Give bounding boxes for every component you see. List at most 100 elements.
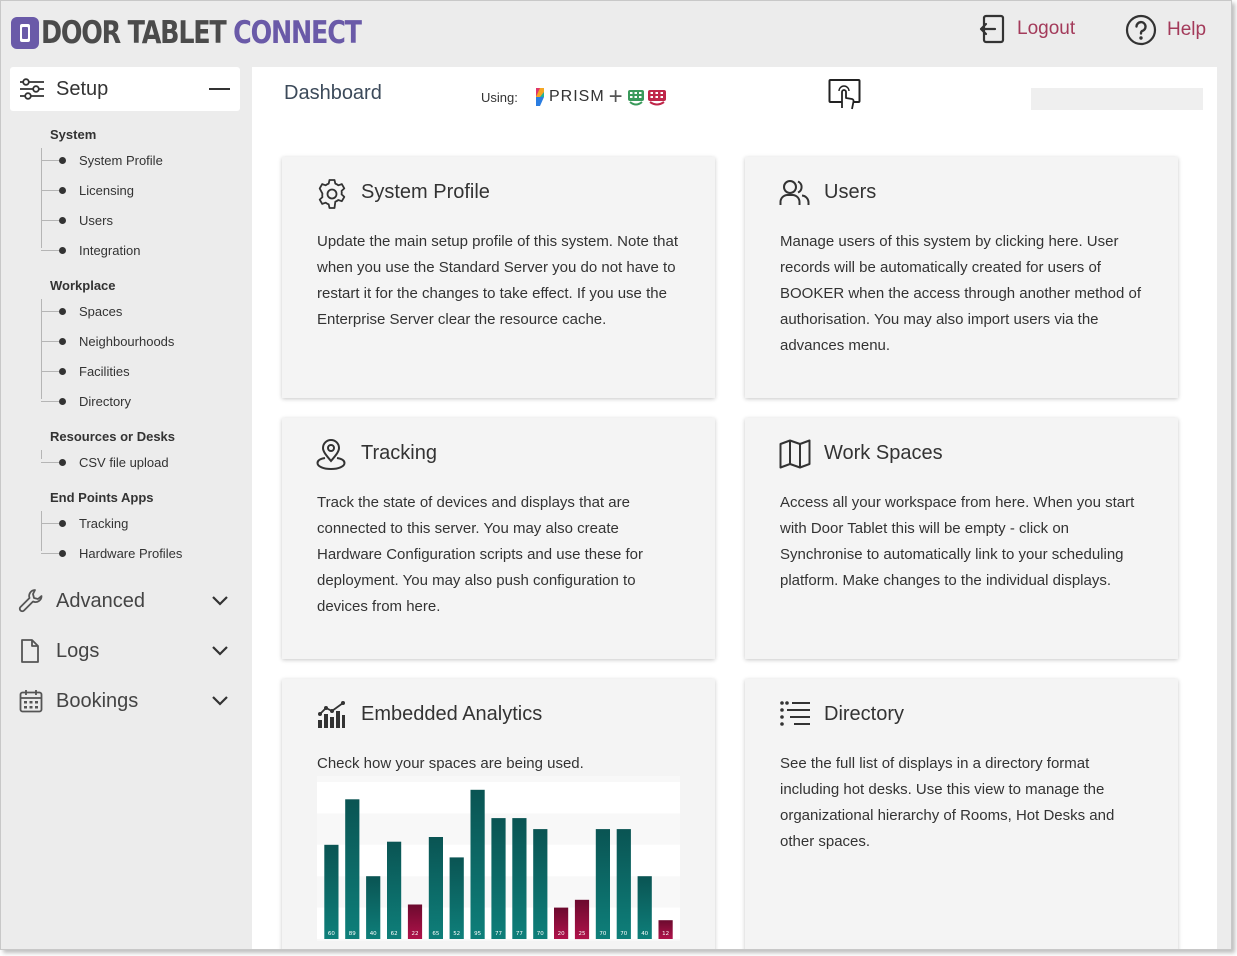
- calendar-grid-green-icon: [627, 90, 644, 106]
- card-users[interactable]: Users Manage users of this system by cli…: [745, 157, 1178, 398]
- chart-bar-label: 62: [391, 931, 398, 937]
- using-label: Using:: [481, 90, 518, 105]
- chart-bar: [512, 818, 527, 939]
- usage-bar-chart: 60 89 40 62 22 65 52 95 77 77 70 20 25 70 70 40 12: [317, 776, 680, 941]
- chart-bar: [324, 844, 339, 939]
- gear-icon: [318, 179, 346, 209]
- sliders-icon: [20, 78, 44, 100]
- sidebar-item-integration[interactable]: Integration: [41, 240, 140, 260]
- bookings-label: Bookings: [56, 689, 139, 712]
- main-panel: Dashboard Using: PRISM + System Profile …: [252, 67, 1217, 949]
- setup-menu-header[interactable]: Setup: [10, 67, 240, 111]
- file-icon: [21, 639, 39, 663]
- card-directory[interactable]: Directory See the full list of displays …: [745, 679, 1178, 949]
- group-workplace: Workplace: [50, 278, 116, 293]
- chart-bar-label: 20: [558, 931, 565, 937]
- app-window: DOOR TABLET CONNECT Logout Help Setup Sy…: [0, 0, 1232, 950]
- card-title: Directory: [824, 703, 905, 725]
- touch-screen-icon[interactable]: [828, 78, 862, 112]
- sidebar-item-licensing[interactable]: Licensing: [41, 180, 134, 200]
- chart-bar-label: 60: [328, 931, 335, 937]
- chart-band: [317, 782, 680, 814]
- plus-icon: +: [608, 83, 623, 110]
- sidebar-item-facilities[interactable]: Facilities: [41, 361, 130, 381]
- logo-text-accent: CONNECT: [233, 15, 362, 51]
- sidebar-item-csv-file-upload[interactable]: CSV file upload: [41, 452, 169, 472]
- sidebar-item-neighbourhoods[interactable]: Neighbourhoods: [41, 331, 174, 351]
- collapse-minus-icon[interactable]: [209, 88, 230, 90]
- sidebar-menu-bookings[interactable]: Bookings: [18, 686, 233, 716]
- page-title: Dashboard: [284, 82, 382, 104]
- chart-bar-label: 70: [537, 931, 544, 937]
- map-icon: [779, 439, 811, 469]
- group-end-points-apps: End Points Apps: [50, 490, 154, 505]
- group-system: System: [50, 127, 97, 142]
- chart-bar-label: 70: [620, 931, 627, 937]
- chart-bar: [345, 799, 360, 939]
- chart-bar-label: 40: [370, 931, 377, 937]
- bullet-icon: [59, 156, 66, 164]
- card-tracking[interactable]: Tracking Track the state of devices and …: [282, 418, 715, 659]
- prism-label: PRISM: [549, 88, 605, 105]
- card-description: Update the main setup profile of this sy…: [317, 233, 679, 328]
- chart-bar-label: 40: [641, 931, 648, 937]
- sidebar: Setup System System Profile Licensing Us…: [1, 67, 251, 949]
- chevron-down-icon: [212, 646, 228, 656]
- card-description: Check how your spaces are being used.: [317, 755, 584, 772]
- chart-bar-label: 77: [495, 931, 502, 937]
- card-title: Embedded Analytics: [361, 703, 543, 725]
- card-title: Work Spaces: [824, 442, 943, 464]
- calendar-icon: [19, 690, 43, 713]
- advanced-label: Advanced: [56, 589, 145, 612]
- logout-button[interactable]: Logout: [979, 14, 1075, 44]
- prism-logo-icon: [536, 88, 544, 106]
- card-system-profile[interactable]: System Profile Update the main setup pro…: [282, 157, 715, 398]
- platform-logos: PRISM +: [534, 85, 667, 109]
- user-info-placeholder: [1031, 88, 1203, 110]
- sidebar-item-spaces[interactable]: Spaces: [41, 301, 122, 321]
- wrench-icon: [18, 589, 43, 613]
- bullet-icon: [59, 337, 66, 345]
- chart-bar: [637, 876, 652, 939]
- chart-bar: [491, 818, 506, 939]
- bullet-icon: [59, 186, 66, 194]
- chart-bar-label: 52: [453, 931, 460, 937]
- sidebar-item-users[interactable]: Users: [41, 210, 113, 230]
- group-resources-or-desks: Resources or Desks: [50, 429, 176, 444]
- analytics-icon: [318, 701, 345, 728]
- sidebar-item-hardware-profiles[interactable]: Hardware Profiles: [41, 543, 182, 563]
- bullet-icon: [59, 549, 66, 557]
- bullet-icon: [59, 216, 66, 224]
- help-label: Help: [1167, 19, 1207, 40]
- card-description: Access all your workspace from here. Whe…: [780, 494, 1135, 589]
- sidebar-item-system-profile[interactable]: System Profile: [41, 150, 163, 170]
- sidebar-menu-logs[interactable]: Logs: [18, 636, 233, 666]
- sidebar-menu-advanced[interactable]: Advanced: [18, 586, 233, 616]
- card-embedded-analytics[interactable]: Embedded Analytics Check how your spaces…: [282, 679, 715, 949]
- chart-bar: [387, 841, 402, 939]
- card-work-spaces[interactable]: Work Spaces Access all your workspace fr…: [745, 418, 1178, 659]
- chevron-down-icon: [212, 596, 228, 606]
- card-description: Track the state of devices and displays …: [317, 494, 644, 615]
- logout-icon: [979, 14, 1005, 44]
- chart-bar: [449, 857, 464, 939]
- chart-bar: [470, 789, 485, 939]
- chart-bar: [428, 837, 443, 939]
- help-button[interactable]: Help: [1125, 14, 1206, 46]
- help-icon: [1125, 14, 1157, 46]
- users-icon: [779, 180, 810, 205]
- chart-bar-label: 22: [412, 931, 419, 937]
- chevron-down-icon: [212, 696, 228, 706]
- chart-bar-label: 65: [432, 931, 439, 937]
- logo-text-primary: DOOR TABLET: [41, 15, 234, 51]
- sidebar-item-tracking[interactable]: Tracking: [41, 513, 128, 533]
- chart-bar-label: 95: [474, 931, 481, 937]
- bullet-icon: [59, 246, 66, 254]
- bullet-icon: [59, 367, 66, 375]
- chart-bar: [366, 876, 381, 939]
- sidebar-item-directory[interactable]: Directory: [41, 391, 131, 411]
- calendar-grid-red-icon: [647, 90, 666, 106]
- bullet-icon: [59, 397, 66, 405]
- bullet-icon: [59, 307, 66, 315]
- chart-bar-label: 89: [349, 931, 356, 937]
